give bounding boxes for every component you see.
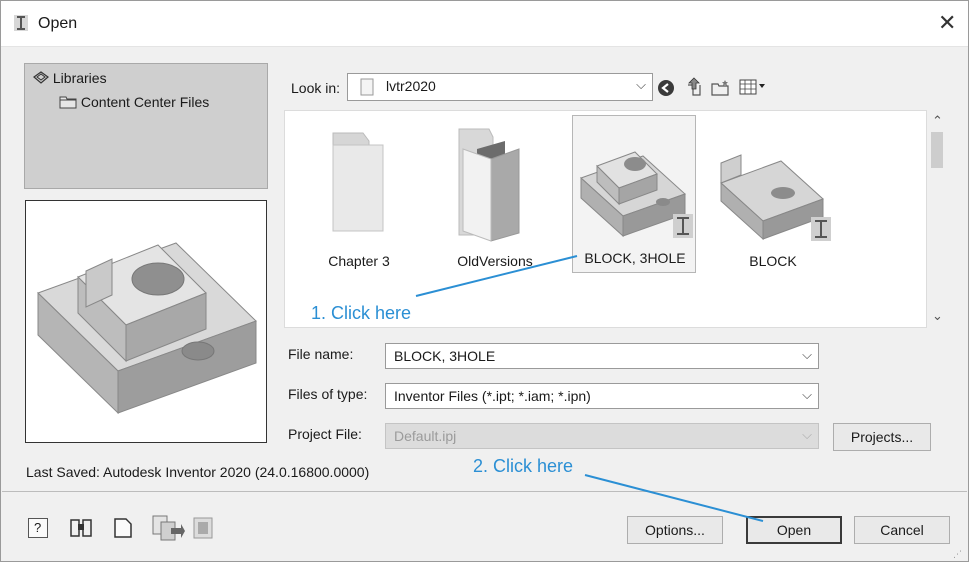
divider (2, 491, 967, 492)
file-item-chapter-3[interactable]: Chapter 3 (297, 119, 421, 279)
file-name-value: BLOCK, 3HOLE (394, 348, 496, 364)
folder-open-icon (458, 128, 520, 242)
places-item-label: Libraries (52, 70, 107, 86)
find-binoculars-icon[interactable] (69, 516, 93, 540)
places-pane: Libraries Content Center Files (24, 63, 268, 189)
file-item-name: Chapter 3 (328, 253, 390, 269)
files-of-type-label: Files of type: (288, 386, 368, 402)
last-saved-text: Last Saved: Autodesk Inventor 2020 (24.0… (26, 464, 370, 480)
part-preview-image (37, 242, 257, 415)
copy-files-icon[interactable] (151, 514, 185, 542)
open-dialog: Open ✕ Libraries Content Center Files Lo… (0, 0, 969, 562)
look-in-label: Look in: (291, 80, 341, 96)
look-in-combo[interactable]: lvtr2020 ⌵ (347, 73, 653, 101)
part-thumbnail-icon (720, 154, 831, 241)
file-list[interactable]: Chapter 3 OldVersions BLOCK, 3HOLE BLOCK (284, 110, 927, 328)
file-item-block-3hole[interactable]: BLOCK, 3HOLE (572, 115, 696, 273)
places-item-label: Content Center Files (80, 94, 210, 110)
close-icon[interactable]: ✕ (938, 10, 956, 36)
scrollbar-thumb[interactable] (931, 132, 943, 168)
chevron-down-icon: ⌵ (802, 387, 812, 402)
annotation-line-2 (584, 474, 764, 522)
project-file-value: Default.ipj (394, 428, 457, 444)
projects-button[interactable]: Projects... (833, 423, 931, 451)
properties-icon[interactable] (193, 517, 213, 539)
scroll-down-icon[interactable]: ⌄ (932, 308, 943, 324)
file-item-block[interactable]: BLOCK (711, 119, 835, 279)
chevron-down-icon: ⌵ (802, 427, 812, 442)
file-item-name: BLOCK, 3HOLE (584, 250, 686, 266)
folder-icon (332, 132, 384, 232)
new-file-icon[interactable] (112, 516, 134, 540)
project-file-select: Default.ipj ⌵ (385, 423, 819, 449)
view-menu-icon[interactable] (739, 79, 767, 95)
file-item-name: OldVersions (457, 253, 533, 269)
file-item-oldversions[interactable]: OldVersions (433, 119, 557, 279)
folder-icon (360, 78, 374, 96)
files-of-type-select[interactable]: Inventor Files (*.ipt; *.iam; *.ipn) ⌵ (385, 383, 819, 409)
file-list-scrollbar[interactable]: ⌃ ⌄ (927, 110, 949, 328)
places-item-libraries[interactable]: Libraries (33, 70, 107, 86)
cancel-button[interactable]: Cancel (854, 516, 950, 544)
up-folder-icon[interactable] (685, 77, 703, 97)
title-bar: Open ✕ (1, 1, 968, 47)
folder-icon (59, 96, 77, 109)
libraries-icon (33, 71, 49, 84)
files-of-type-value: Inventor Files (*.ipt; *.iam; *.ipn) (394, 388, 591, 404)
resize-grip-icon[interactable]: ⋰ (953, 549, 962, 560)
help-icon[interactable]: ? (28, 518, 48, 538)
places-item-content-center[interactable]: Content Center Files (59, 94, 209, 110)
project-file-label: Project File: (288, 426, 362, 442)
look-in-value: lvtr2020 (386, 78, 436, 94)
window-title: Open (38, 15, 78, 32)
part-thumbnail-icon (580, 151, 693, 238)
chevron-down-icon: ⌵ (636, 77, 646, 92)
file-name-input[interactable]: BLOCK, 3HOLE ⌵ (385, 343, 819, 369)
new-folder-icon[interactable] (711, 79, 731, 97)
back-icon[interactable] (657, 79, 675, 97)
scroll-up-icon[interactable]: ⌃ (932, 113, 943, 129)
inventor-app-icon (14, 15, 28, 31)
options-button[interactable]: Options... (627, 516, 723, 544)
file-name-label: File name: (288, 346, 354, 362)
chevron-down-icon[interactable]: ⌵ (802, 347, 812, 363)
preview-pane (25, 200, 267, 443)
open-button[interactable]: Open (746, 516, 842, 544)
annotation-click-1: 1. Click here (311, 303, 412, 323)
file-item-name: BLOCK (749, 253, 797, 269)
annotation-click-2: 2. Click here (473, 456, 574, 476)
